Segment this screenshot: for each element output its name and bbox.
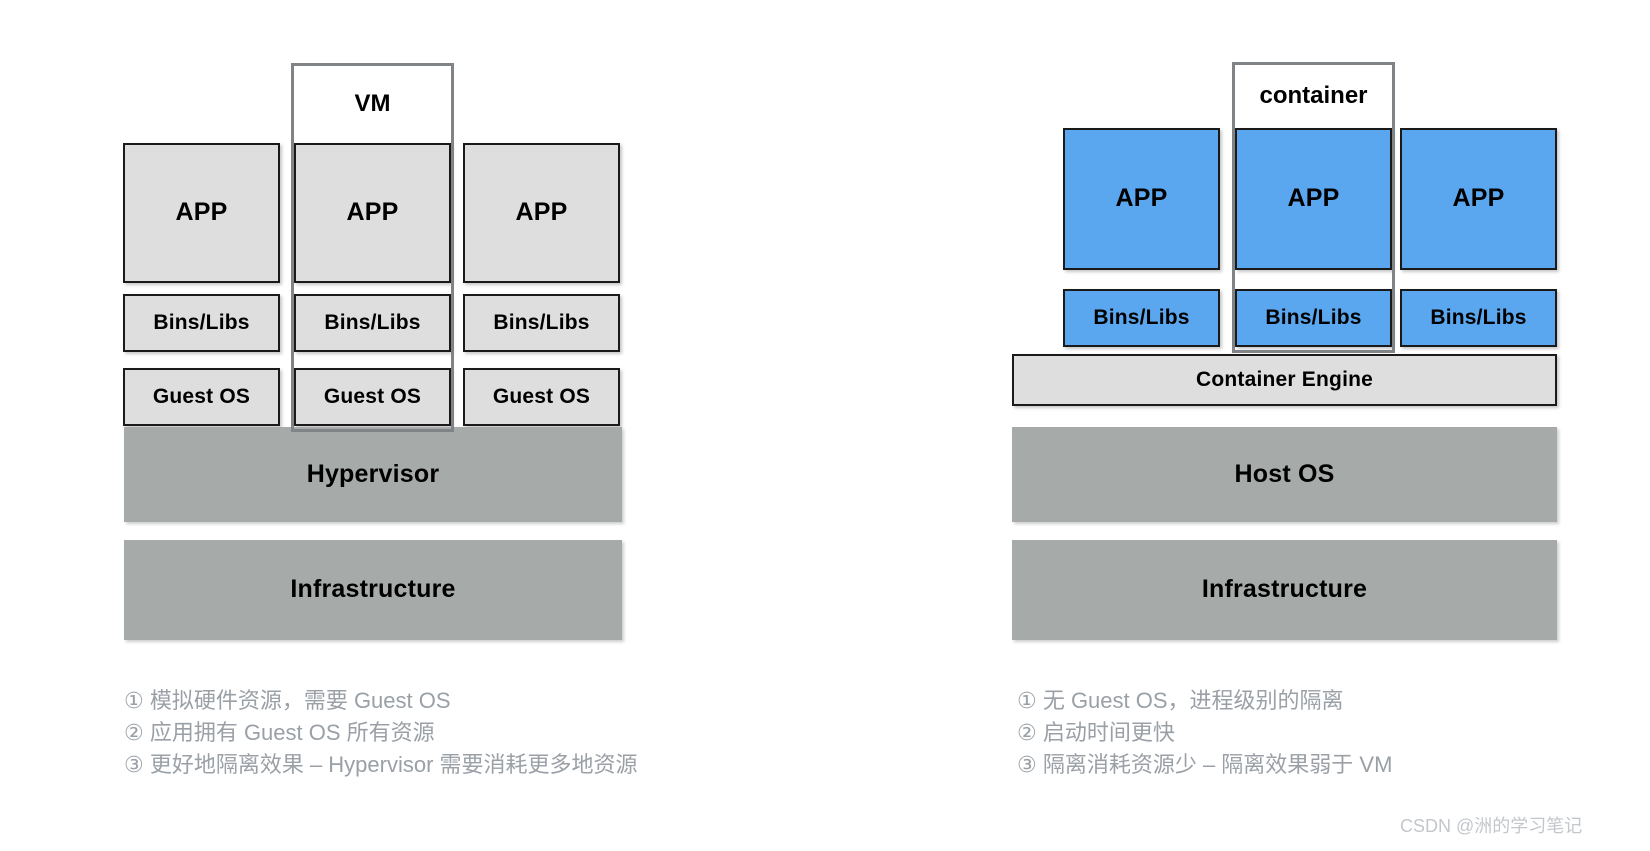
vm-column-3-app-box: APP bbox=[463, 143, 620, 283]
vm-note-1: ① 模拟硬件资源，需要 Guest OS bbox=[124, 688, 451, 713]
container-note-2: ② 启动时间更快 bbox=[1017, 720, 1175, 745]
container-column-1-bins-label: Bins/Libs bbox=[1093, 306, 1190, 330]
container-column-1-app-label: APP bbox=[1115, 184, 1168, 213]
container-frame-label: container bbox=[1235, 65, 1392, 127]
host-os-band: Host OS bbox=[1012, 427, 1557, 522]
container-frame-label-text: container bbox=[1259, 82, 1368, 109]
container-notes-block: ① 无 Guest OS，进程级别的隔离 ② 启动时间更快 ③ 隔离消耗资源少 … bbox=[1017, 685, 1392, 781]
vm-column-1-guestos-box: Guest OS bbox=[123, 368, 280, 426]
container-column-2-app-box: APP bbox=[1235, 128, 1392, 270]
vm-column-1-bins-box: Bins/Libs bbox=[123, 294, 280, 352]
vm-column-2-guestos-label: Guest OS bbox=[323, 385, 422, 409]
vm-column-3-app-label: APP bbox=[515, 198, 568, 227]
hypervisor-band: Hypervisor bbox=[124, 427, 622, 522]
container-column-3-app-box: APP bbox=[1400, 128, 1557, 270]
vm-column-3-bins-label: Bins/Libs bbox=[493, 311, 590, 335]
container-engine-label: Container Engine bbox=[1195, 368, 1374, 392]
container-column-2-app-label: APP bbox=[1287, 184, 1340, 213]
vm-column-1-app-box: APP bbox=[123, 143, 280, 283]
vm-column-2-app-label: APP bbox=[346, 198, 399, 227]
vm-column-1-app-label: APP bbox=[175, 198, 228, 227]
vm-note-3: ③ 更好地隔离效果 – Hypervisor 需要消耗更多地资源 bbox=[124, 752, 638, 777]
container-column-3-bins-label: Bins/Libs bbox=[1430, 306, 1527, 330]
vm-frame-label: VM bbox=[294, 66, 451, 141]
vm-infrastructure-label: Infrastructure bbox=[290, 575, 456, 604]
container-engine-band: Container Engine bbox=[1012, 354, 1557, 406]
vm-column-2-app-box: APP bbox=[294, 143, 451, 283]
container-column-3-bins-box: Bins/Libs bbox=[1400, 289, 1557, 347]
vm-column-2-guestos-box: Guest OS bbox=[294, 368, 451, 426]
container-infrastructure-label: Infrastructure bbox=[1201, 575, 1368, 604]
vm-column-3-bins-box: Bins/Libs bbox=[463, 294, 620, 352]
vm-notes-block: ① 模拟硬件资源，需要 Guest OS ② 应用拥有 Guest OS 所有资… bbox=[124, 685, 638, 781]
container-column-1-bins-box: Bins/Libs bbox=[1063, 289, 1220, 347]
container-note-3: ③ 隔离消耗资源少 – 隔离效果弱于 VM bbox=[1017, 752, 1393, 777]
vm-infrastructure-band: Infrastructure bbox=[124, 540, 622, 640]
csdn-watermark: CSDN @洲的学习笔记 bbox=[1400, 816, 1583, 836]
container-column-2-bins-label: Bins/Libs bbox=[1265, 306, 1362, 330]
vm-note-2: ② 应用拥有 Guest OS 所有资源 bbox=[124, 720, 435, 745]
vm-column-2-bins-box: Bins/Libs bbox=[294, 294, 451, 352]
vm-frame-label-text: VM bbox=[354, 89, 391, 117]
vm-column-2-bins-label: Bins/Libs bbox=[324, 311, 421, 335]
vm-column-1-guestos-label: Guest OS bbox=[152, 385, 251, 409]
container-column-1-app-box: APP bbox=[1063, 128, 1220, 270]
vm-column-1-bins-label: Bins/Libs bbox=[153, 311, 250, 335]
container-column-2-bins-box: Bins/Libs bbox=[1235, 289, 1392, 347]
container-infrastructure-band: Infrastructure bbox=[1012, 540, 1557, 640]
container-column-3-app-label: APP bbox=[1452, 184, 1505, 213]
vm-column-3-guestos-box: Guest OS bbox=[463, 368, 620, 426]
container-note-1: ① 无 Guest OS，进程级别的隔离 bbox=[1017, 688, 1344, 713]
diagram-canvas: APP Bins/Libs Guest OS APP Bins/Libs Gue… bbox=[0, 0, 1650, 851]
host-os-label: Host OS bbox=[1234, 459, 1335, 488]
vm-column-3-guestos-label: Guest OS bbox=[492, 385, 591, 409]
hypervisor-label: Hypervisor bbox=[306, 459, 440, 488]
